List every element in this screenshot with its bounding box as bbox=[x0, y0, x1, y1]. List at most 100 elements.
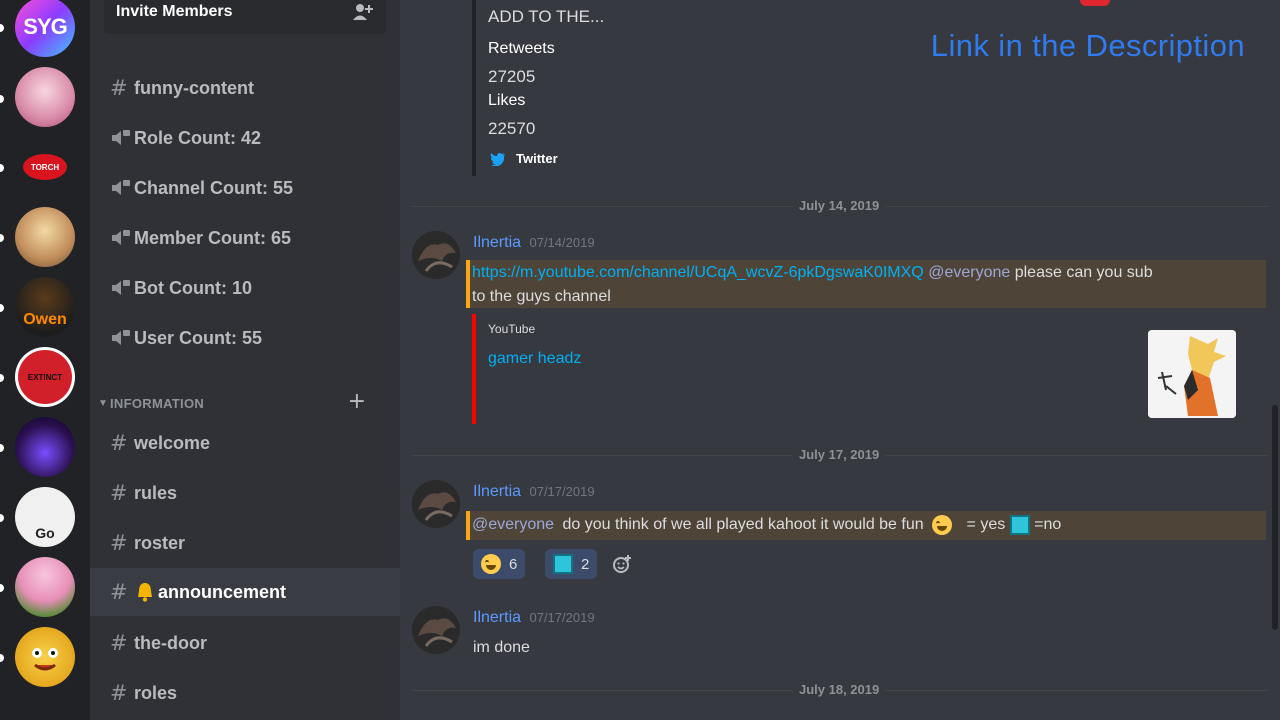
channel-the-door[interactable]: # the-door bbox=[90, 621, 400, 665]
mention-highlight: @everyone do you think of we all played … bbox=[466, 511, 1266, 540]
channel-rules[interactable]: # rules bbox=[90, 471, 400, 515]
custom-emoji-icon bbox=[553, 554, 573, 574]
retweets-label: Retweets bbox=[488, 40, 555, 57]
invite-members-label: Invite Members bbox=[116, 3, 233, 20]
locked-voice-icon bbox=[112, 280, 130, 295]
server-indicator bbox=[0, 24, 4, 32]
channel-welcome[interactable]: # welcome bbox=[90, 421, 400, 465]
bell-icon bbox=[138, 583, 152, 602]
avatar-image bbox=[412, 231, 460, 279]
locked-voice-icon bbox=[112, 230, 130, 245]
everyone-mention[interactable]: @everyone bbox=[472, 516, 554, 533]
retweets-value: 27205 bbox=[488, 67, 536, 86]
channel-label: User Count: 55 bbox=[134, 327, 263, 348]
discord-window: SYG TORCH Owen EXTINCT Go Invite Members… bbox=[0, 0, 1280, 720]
message-header: Ilnertia 07/14/2019 bbox=[473, 234, 595, 252]
youtube-link[interactable]: https://m.youtube.com/channel/UCqA_wcvZ-… bbox=[472, 264, 924, 281]
server-indicator bbox=[0, 234, 4, 242]
server-indicator bbox=[0, 164, 4, 172]
video-watermark-text: Link in the Description bbox=[930, 28, 1245, 63]
embed-thumbnail[interactable] bbox=[1148, 330, 1236, 418]
channel-announcement[interactable]: # announcement bbox=[90, 568, 400, 616]
invite-members-bar[interactable]: Invite Members bbox=[104, 0, 386, 34]
reaction-custom[interactable]: 2 bbox=[545, 549, 598, 579]
likes-label: Likes bbox=[488, 92, 526, 109]
reaction-count: 6 bbox=[509, 555, 518, 573]
server-icon-owen[interactable]: Owen bbox=[15, 277, 75, 337]
avatar[interactable] bbox=[412, 231, 460, 279]
youtube-embed: YouTube gamer headz bbox=[472, 314, 1252, 424]
text-channel-icon: # bbox=[110, 580, 128, 604]
message-author[interactable]: Ilnertia bbox=[473, 234, 521, 251]
server-icon-cat[interactable] bbox=[15, 627, 75, 687]
avatar-image bbox=[412, 480, 460, 528]
server-indicator bbox=[0, 95, 4, 103]
channel-user-count[interactable]: User Count: 55 bbox=[90, 316, 400, 360]
channel-label: Channel Count: 55 bbox=[134, 177, 294, 198]
reaction-laugh[interactable]: 6 bbox=[473, 549, 526, 579]
text-channel-icon: # bbox=[110, 531, 128, 555]
torch-lips-icon: TORCH bbox=[23, 154, 67, 180]
twitter-embed: ADD TO THE... Retweets 27205 Likes 22570… bbox=[472, 0, 992, 176]
laugh-emoji-icon bbox=[481, 554, 501, 574]
embed-title-link[interactable]: gamer headz bbox=[488, 350, 581, 368]
server-indicator bbox=[0, 374, 4, 382]
avatar-image bbox=[412, 606, 460, 654]
server-indicator bbox=[0, 654, 4, 662]
likes-value: 22570 bbox=[488, 119, 536, 138]
create-channel-icon[interactable]: + bbox=[348, 389, 366, 414]
message-timestamp: 07/17/2019 bbox=[529, 484, 595, 499]
message-author[interactable]: Ilnertia bbox=[473, 609, 521, 626]
avatar[interactable] bbox=[412, 480, 460, 528]
twitter-icon bbox=[490, 152, 505, 166]
chat-area: ADD TO THE... Retweets 27205 Likes 22570… bbox=[400, 0, 1280, 720]
server-icon-moon[interactable] bbox=[15, 417, 75, 477]
channel-roster[interactable]: # roster bbox=[90, 521, 400, 565]
channel-member-count[interactable]: Member Count: 65 bbox=[90, 216, 400, 260]
channel-label: announcement bbox=[158, 581, 287, 602]
server-rail: SYG TORCH Owen EXTINCT Go bbox=[0, 0, 90, 720]
date-divider-label: July 17, 2019 bbox=[793, 447, 886, 462]
laugh-emoji-icon bbox=[932, 514, 953, 535]
embed-title: ADD TO THE... bbox=[488, 7, 605, 26]
message-text-line-2: to the guys channel bbox=[472, 288, 611, 305]
message-text: im done bbox=[473, 639, 530, 656]
channel-channel-count[interactable]: Channel Count: 55 bbox=[90, 166, 400, 210]
add-member-icon[interactable] bbox=[352, 2, 374, 22]
embed-footer: Twitter bbox=[516, 151, 558, 166]
channel-funny-content[interactable]: # funny-content bbox=[90, 66, 400, 110]
server-icon-syg[interactable]: SYG bbox=[15, 0, 75, 57]
channel-roles[interactable]: # roles bbox=[90, 671, 400, 715]
chevron-down-icon: ▼ bbox=[98, 397, 108, 409]
channel-label: Member Count: 65 bbox=[134, 227, 292, 248]
channel-role-count[interactable]: Role Count: 42 bbox=[90, 116, 400, 160]
message-author[interactable]: Ilnertia bbox=[473, 483, 521, 500]
message-content: @everyone do you think of we all played … bbox=[472, 513, 1061, 537]
cat-face-icon bbox=[32, 648, 58, 671]
avatar[interactable] bbox=[412, 606, 460, 654]
server-icon-girl[interactable] bbox=[15, 207, 75, 267]
channel-label: Bot Count: 10 bbox=[134, 277, 252, 298]
server-icon-blossom[interactable] bbox=[15, 557, 75, 617]
everyone-mention[interactable]: @everyone bbox=[928, 264, 1010, 281]
channel-bot-count[interactable]: Bot Count: 10 bbox=[90, 266, 400, 310]
message-content: https://m.youtube.com/channel/UCqA_wcvZ-… bbox=[472, 261, 1153, 285]
server-indicator bbox=[0, 304, 4, 312]
category-information[interactable]: ▼ INFORMATION + bbox=[98, 389, 388, 414]
date-divider-label: July 14, 2019 bbox=[793, 198, 886, 213]
server-icon-go[interactable]: Go bbox=[15, 487, 75, 547]
red-graphic bbox=[1080, 0, 1110, 6]
thumbnail-image bbox=[1148, 330, 1236, 418]
chat-scrollbar[interactable] bbox=[1272, 405, 1278, 630]
add-reaction-icon[interactable] bbox=[612, 554, 632, 574]
category-label: INFORMATION bbox=[110, 395, 205, 411]
channel-label: funny-content bbox=[134, 77, 254, 98]
server-icon-torch[interactable]: TORCH bbox=[15, 137, 75, 197]
channel-label: rules bbox=[134, 482, 178, 503]
message-text: please can you sub bbox=[1014, 264, 1153, 281]
server-icon-anime[interactable] bbox=[15, 67, 75, 127]
server-indicator bbox=[0, 444, 4, 452]
server-icon-extinct[interactable]: EXTINCT bbox=[15, 347, 75, 407]
text-channel-icon: # bbox=[110, 481, 128, 505]
locked-voice-icon bbox=[112, 330, 130, 345]
